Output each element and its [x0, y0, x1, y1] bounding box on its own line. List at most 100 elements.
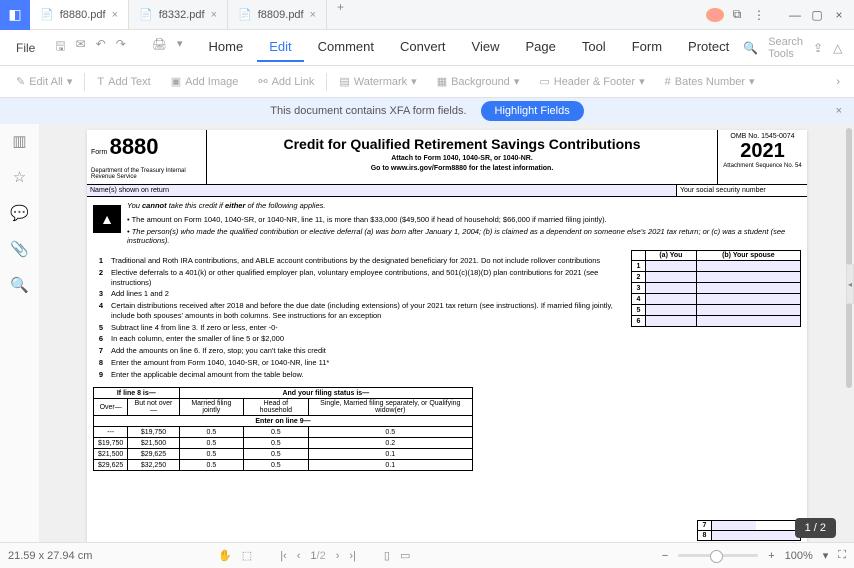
share-icon[interactable]: ⇪ — [813, 41, 823, 55]
chevron-down-icon[interactable]: ▾ — [177, 37, 183, 58]
redo-icon[interactable]: ↷ — [116, 37, 126, 58]
more-icon[interactable]: ⋮ — [750, 8, 768, 22]
menu-page[interactable]: Page — [513, 33, 567, 62]
zoom-level[interactable]: 100% — [785, 550, 813, 562]
menu-form[interactable]: Form — [620, 33, 674, 62]
last-page-icon[interactable]: ›| — [349, 550, 356, 562]
field-7[interactable] — [712, 521, 756, 530]
overflow-right-icon[interactable]: › — [828, 76, 848, 88]
thumbnails-icon[interactable]: ▥ — [12, 132, 26, 150]
comment-icon[interactable]: 💬 — [10, 204, 29, 222]
field-6b[interactable] — [696, 316, 800, 327]
caution-text: You cannot take this credit if either of… — [127, 201, 801, 246]
line-3: Add lines 1 and 2 — [111, 289, 631, 299]
undo-icon[interactable]: ↶ — [96, 37, 106, 58]
tab-0[interactable]: 📄 f8880.pdf × — [30, 0, 129, 29]
fit-width-icon[interactable]: ▭ — [400, 549, 410, 562]
menu-edit[interactable]: Edit — [257, 33, 303, 62]
background-icon: ▦ — [437, 75, 447, 88]
line-9: Enter the applicable decimal amount from… — [111, 370, 631, 380]
header-footer-tool[interactable]: ▭Header & Footer▾ — [529, 75, 654, 88]
edit-icon: ✎ — [16, 75, 25, 88]
add-link-tool[interactable]: ⚯Add Link — [248, 75, 324, 88]
edit-all-tool[interactable]: ✎Edit All▾ — [6, 75, 82, 88]
add-text-tool[interactable]: TAdd Text — [87, 76, 160, 88]
new-tab-button[interactable]: + — [327, 0, 354, 29]
field-3a[interactable] — [646, 283, 697, 294]
zoom-slider[interactable] — [678, 554, 758, 557]
pdf-icon: 📄 — [139, 8, 153, 21]
field-1b[interactable] — [696, 261, 800, 272]
watermark-tool[interactable]: ▤Watermark▾ — [329, 75, 426, 88]
field-2b[interactable] — [696, 272, 800, 283]
goto-text: Go to www.irs.gov/Form8880 for the lates… — [211, 165, 713, 172]
search-icon[interactable]: 🔍 — [743, 41, 758, 55]
names-field[interactable]: Name(s) shown on return — [87, 185, 677, 196]
ai-icon[interactable] — [706, 8, 724, 22]
menu-view[interactable]: View — [460, 33, 512, 62]
search-panel-icon[interactable]: 🔍 — [10, 276, 29, 294]
menu-home[interactable]: Home — [197, 33, 256, 62]
mail-icon[interactable]: ✉ — [76, 37, 86, 58]
file-menu[interactable]: File — [6, 37, 45, 59]
page-number-input[interactable]: 1/2 — [310, 550, 325, 562]
line-2: Elective deferrals to a 401(k) or other … — [111, 268, 631, 288]
zoom-out-icon[interactable]: − — [662, 550, 668, 562]
pip-icon[interactable]: ⧉ — [728, 7, 746, 22]
vertical-scrollbar[interactable] — [846, 128, 852, 388]
tab-2[interactable]: 📄 f8809.pdf × — [228, 0, 327, 29]
notice-text: This document contains XFA form fields. — [270, 105, 466, 117]
main-menu: Home Edit Comment Convert View Page Tool… — [197, 33, 742, 62]
chevron-down-icon: ▾ — [67, 75, 73, 88]
search-tools-input[interactable]: Search Tools — [768, 36, 803, 60]
attachment-icon[interactable]: 📎 — [10, 240, 29, 258]
add-image-tool[interactable]: ▣Add Image — [161, 75, 249, 88]
prev-page-icon[interactable]: ‹ — [297, 550, 301, 562]
close-icon[interactable]: × — [112, 9, 118, 21]
decimal-table: If line 8 is—And your filing status is— … — [93, 387, 473, 471]
field-6a[interactable] — [646, 316, 697, 327]
field-1a[interactable] — [646, 261, 697, 272]
hand-tool-icon[interactable]: ✋ — [218, 549, 232, 562]
menu-convert[interactable]: Convert — [388, 33, 458, 62]
bookmark-icon[interactable]: ☆ — [13, 168, 26, 186]
field-3b[interactable] — [696, 283, 800, 294]
watermark-icon: ▤ — [339, 75, 349, 88]
expand-right-handle[interactable]: ◂ — [846, 264, 854, 304]
maximize-icon[interactable]: ▢ — [808, 8, 826, 22]
document-canvas[interactable]: Form 8880 Department of the Treasury Int… — [40, 124, 854, 542]
minimize-icon[interactable]: — — [786, 8, 804, 22]
field-2a[interactable] — [646, 272, 697, 283]
menu-tool[interactable]: Tool — [570, 33, 618, 62]
chevron-down-icon[interactable]: ▾ — [823, 549, 829, 562]
zoom-in-icon[interactable]: + — [768, 550, 774, 562]
field-4a[interactable] — [646, 294, 697, 305]
dept-text: Department of the Treasury Internal Reve… — [91, 168, 202, 180]
highlight-fields-button[interactable]: Highlight Fields — [481, 101, 584, 121]
field-4b[interactable] — [696, 294, 800, 305]
cloud-icon[interactable]: △ — [833, 41, 842, 55]
save-icon[interactable]: 🖫 — [55, 37, 65, 58]
first-page-icon[interactable]: |‹ — [280, 550, 287, 562]
menu-comment[interactable]: Comment — [306, 33, 386, 62]
field-5b[interactable] — [696, 305, 800, 316]
menu-protect[interactable]: Protect — [676, 33, 741, 62]
close-window-icon[interactable]: × — [830, 8, 848, 22]
print-icon[interactable]: 🖨 — [152, 37, 167, 58]
next-page-icon[interactable]: › — [336, 550, 340, 562]
tab-label: f8880.pdf — [60, 9, 106, 21]
field-5a[interactable] — [646, 305, 697, 316]
background-tool[interactable]: ▦Background▾ — [427, 75, 530, 88]
fullscreen-icon[interactable]: ⛶ — [838, 549, 846, 562]
bates-number-tool[interactable]: #Bates Number▾ — [655, 75, 765, 88]
omb-text: OMB No. 1545-0074 — [721, 133, 804, 140]
pdf-page: Form 8880 Department of the Treasury Int… — [87, 130, 807, 542]
fit-page-icon[interactable]: ▯ — [384, 549, 390, 562]
close-icon[interactable]: × — [836, 105, 842, 117]
close-icon[interactable]: × — [211, 9, 217, 21]
close-icon[interactable]: × — [310, 9, 316, 21]
field-8[interactable] — [712, 531, 800, 540]
tab-1[interactable]: 📄 f8332.pdf × — [129, 0, 228, 29]
ssn-field[interactable]: Your social security number — [677, 185, 807, 196]
select-tool-icon[interactable]: ⬚ — [242, 549, 252, 562]
